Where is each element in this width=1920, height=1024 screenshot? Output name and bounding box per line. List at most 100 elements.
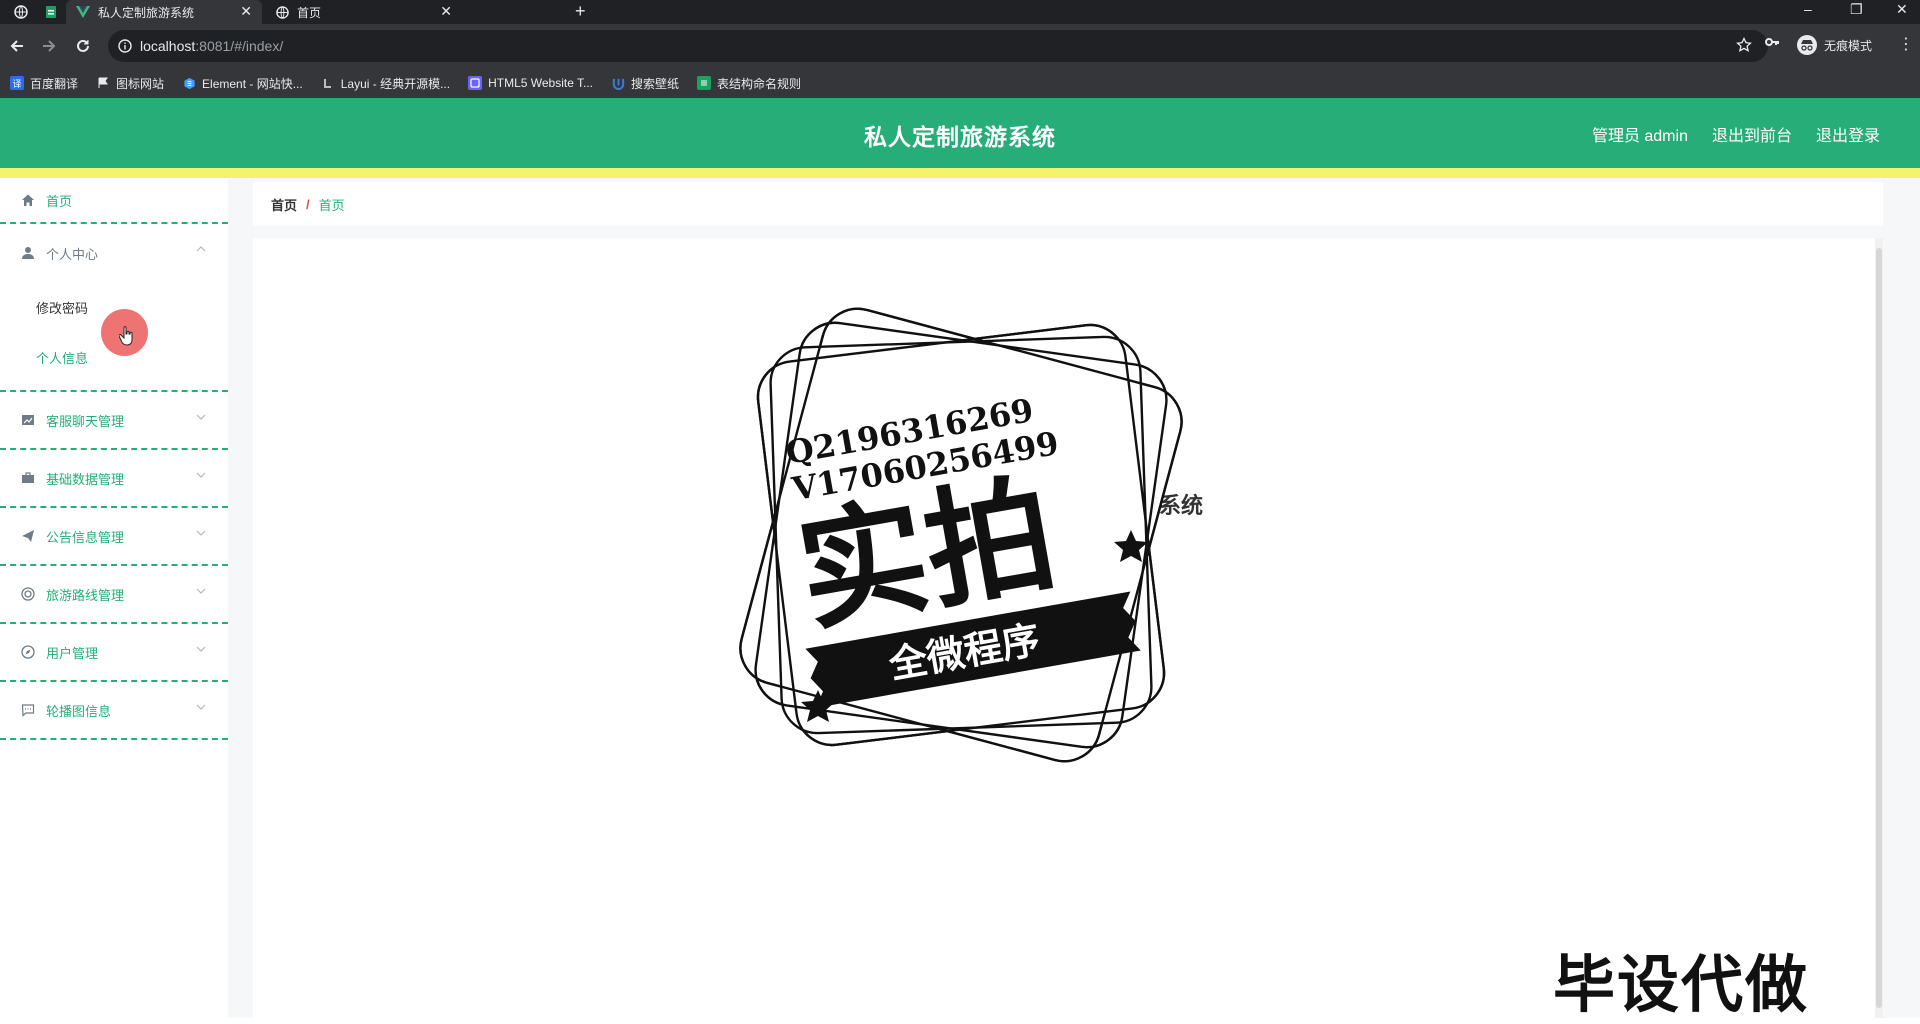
sidebar-item-label: 旅游路线管理 — [46, 587, 125, 603]
incognito-icon — [1796, 34, 1818, 56]
url-path: :8081/#/index/ — [195, 38, 284, 54]
header-accent-bar — [0, 168, 1920, 178]
bookmark-label: 图标网站 — [116, 76, 165, 91]
browser-tab-strip: 私人定制旅游系统 ✕ 首页 ✕ + – ❐ ✕ — [0, 0, 1920, 24]
tab-title: 首页 — [297, 5, 322, 20]
restore-button[interactable]: ❐ — [1850, 1, 1863, 18]
bookmark-icon-site[interactable]: 图标网站 — [96, 75, 164, 92]
close-window-button[interactable]: ✕ — [1896, 1, 1908, 18]
site-info-icon[interactable] — [118, 39, 132, 53]
chevron-down-icon — [196, 588, 206, 594]
compass-icon — [20, 644, 36, 660]
sidebar-item-home[interactable]: 首页 — [0, 178, 228, 224]
bookmark-star-icon[interactable] — [1736, 37, 1752, 53]
sidebar-item-label: 轮播图信息 — [46, 703, 112, 719]
chart-icon — [20, 412, 36, 428]
sidebar-item-label: 修改密码 — [36, 300, 89, 316]
admin-label: 管理员 admin — [1591, 128, 1688, 145]
chevron-up-icon — [196, 246, 206, 252]
flag-icon — [96, 76, 110, 90]
sidebar-item-label: 个人中心 — [46, 246, 99, 262]
sidebar-item-label: 用户管理 — [46, 645, 99, 661]
globe-icon — [276, 5, 289, 19]
bookmark-html5-templates[interactable]: HTML5 Website T... — [468, 76, 593, 90]
chevron-down-icon — [196, 646, 206, 652]
target-icon — [20, 586, 36, 602]
sidebar-item-label: 公告信息管理 — [46, 529, 125, 545]
bookmark-label: HTML5 Website T... — [488, 76, 594, 90]
close-tab-icon[interactable]: ✕ — [440, 3, 452, 20]
logout-link[interactable]: 退出登录 — [1816, 122, 1880, 146]
bookmark-label: 百度翻译 — [30, 76, 79, 91]
corner-watermark: 毕设代做 — [1553, 948, 1810, 1021]
new-tab-button[interactable]: + — [575, 1, 586, 22]
back-to-frontend-link[interactable]: 退出到前台 — [1712, 122, 1792, 146]
user-icon — [20, 245, 36, 261]
breadcrumb-current: 首页 — [318, 197, 345, 213]
header-links: 管理员 admin 退出到前台 退出登录 — [1592, 122, 1880, 146]
app-header: 私人定制旅游系统 管理员 admin 退出到前台 退出登录 — [0, 98, 1920, 168]
bookmark-label: Layui - 经典开源模... — [340, 76, 451, 91]
tab-system[interactable]: 私人定制旅游系统 ✕ — [66, 0, 262, 24]
translate-icon: 译 — [10, 76, 24, 90]
tab-home[interactable]: 首页 ✕ — [266, 0, 462, 24]
html5-template-icon — [468, 76, 483, 90]
sidebar-item-label: 基础数据管理 — [46, 471, 125, 487]
tab-title: 私人定制旅游系统 — [98, 5, 195, 20]
briefcase-icon — [20, 470, 36, 486]
bookmark-layui[interactable]: Layui - 经典开源模... — [321, 75, 450, 92]
url-text: localhost:8081/#/index/ — [140, 38, 283, 54]
password-key-icon[interactable] — [1764, 34, 1780, 50]
sidebar-item-user-management[interactable]: 用户管理 — [0, 624, 228, 682]
home-icon — [20, 192, 36, 208]
browser-menu-icon[interactable]: ⋮ — [1898, 34, 1914, 54]
send-icon — [20, 528, 36, 544]
bookmark-element[interactable]: Element - 网站快... — [182, 75, 303, 92]
wallpaper-logo-icon — [611, 76, 625, 90]
address-bar[interactable]: localhost:8081/#/index/ — [108, 30, 1768, 62]
close-tab-icon[interactable]: ✕ — [240, 3, 252, 20]
message-icon — [20, 702, 36, 718]
back-icon[interactable] — [6, 35, 28, 57]
bookmark-label: 表结构命名规则 — [717, 76, 802, 91]
incognito-label: 无痕模式 — [1824, 38, 1873, 53]
sidebar: 首页 个人中心 修改密码 个人信息 客服聊天管理 基础数据管理 公告信息管理 旅… — [0, 178, 228, 1018]
sidebar-item-carousel[interactable]: 轮播图信息 — [0, 682, 228, 740]
sidebar-item-announcements[interactable]: 公告信息管理 — [0, 508, 228, 566]
bookmark-wallpaper[interactable]: 搜索壁纸 — [611, 75, 679, 92]
url-host: localhost — [140, 38, 196, 54]
bookmark-label: Element - 网站快... — [202, 76, 303, 91]
hand-cursor-icon — [119, 326, 135, 346]
sidebar-item-chat-management[interactable]: 客服聊天管理 — [0, 392, 228, 450]
breadcrumb-separator: / — [306, 196, 310, 212]
vue-logo-icon — [76, 6, 90, 18]
reload-icon[interactable] — [72, 35, 94, 57]
element-logo-icon — [182, 76, 196, 90]
sidebar-item-travel-routes[interactable]: 旅游路线管理 — [0, 566, 228, 624]
minimize-button[interactable]: – — [1804, 1, 1812, 17]
sidebar-item-label: 客服聊天管理 — [46, 413, 125, 429]
scrollbar-thumb[interactable] — [1876, 248, 1882, 1008]
pinned-globe-icon[interactable] — [12, 3, 30, 21]
bookmarks-bar: 译 百度翻译 图标网站 Element - 网站快... Layui - 经典开… — [0, 68, 1920, 98]
breadcrumb-root[interactable]: 首页 — [271, 195, 297, 214]
layui-logo-icon — [321, 76, 335, 90]
sheet-icon — [697, 76, 712, 90]
scrollbar[interactable] — [1875, 238, 1883, 1018]
sidebar-item-base-data[interactable]: 基础数据管理 — [0, 450, 228, 508]
sidebar-item-label: 个人信息 — [36, 350, 89, 366]
pinned-sheet-icon[interactable] — [42, 3, 60, 21]
bookmark-label: 搜索壁纸 — [631, 76, 680, 91]
watermark-stamp: Q2196316269 V17060256499 实拍 全微程序 — [718, 290, 1204, 780]
bookmark-table-naming[interactable]: 表结构命名规则 — [697, 75, 801, 92]
bookmark-baidu-translate[interactable]: 译 百度翻译 — [10, 75, 78, 92]
chevron-down-icon — [196, 414, 206, 420]
sidebar-item-label: 首页 — [46, 193, 73, 209]
forward-icon[interactable] — [38, 35, 60, 57]
sidebar-item-personal-center[interactable]: 个人中心 — [0, 224, 228, 282]
chevron-down-icon — [196, 472, 206, 478]
chevron-down-icon — [196, 530, 206, 536]
browser-toolbar: localhost:8081/#/index/ 无痕模式 ⋮ — [0, 24, 1920, 68]
incognito-indicator[interactable]: 无痕模式 — [1796, 34, 1872, 56]
breadcrumb: 首页 / 首页 — [253, 182, 1883, 226]
